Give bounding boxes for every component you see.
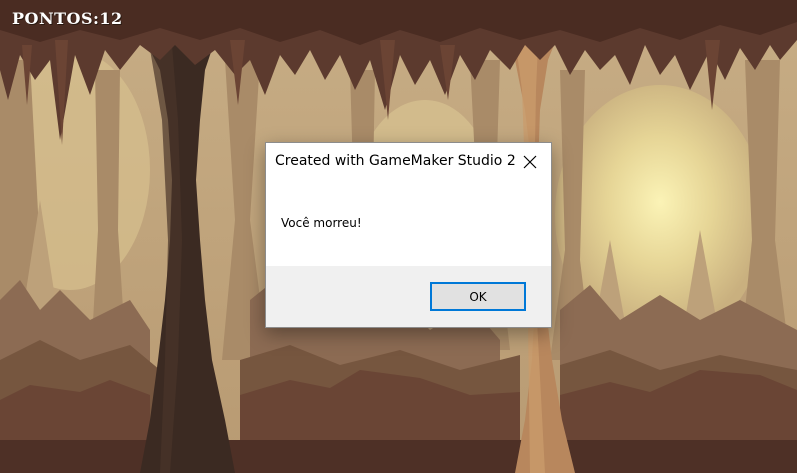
dialog-message: Você morreu! bbox=[281, 216, 362, 230]
score-counter: PONTOS:12 bbox=[12, 9, 123, 28]
ok-button[interactable]: OK bbox=[430, 282, 526, 311]
game-over-dialog: Created with GameMaker Studio 2 Você mor… bbox=[265, 142, 552, 328]
close-icon[interactable] bbox=[519, 151, 541, 173]
dialog-title: Created with GameMaker Studio 2 bbox=[275, 153, 516, 169]
close-icon-glyph bbox=[523, 155, 537, 169]
dialog-footer: OK bbox=[266, 266, 551, 327]
